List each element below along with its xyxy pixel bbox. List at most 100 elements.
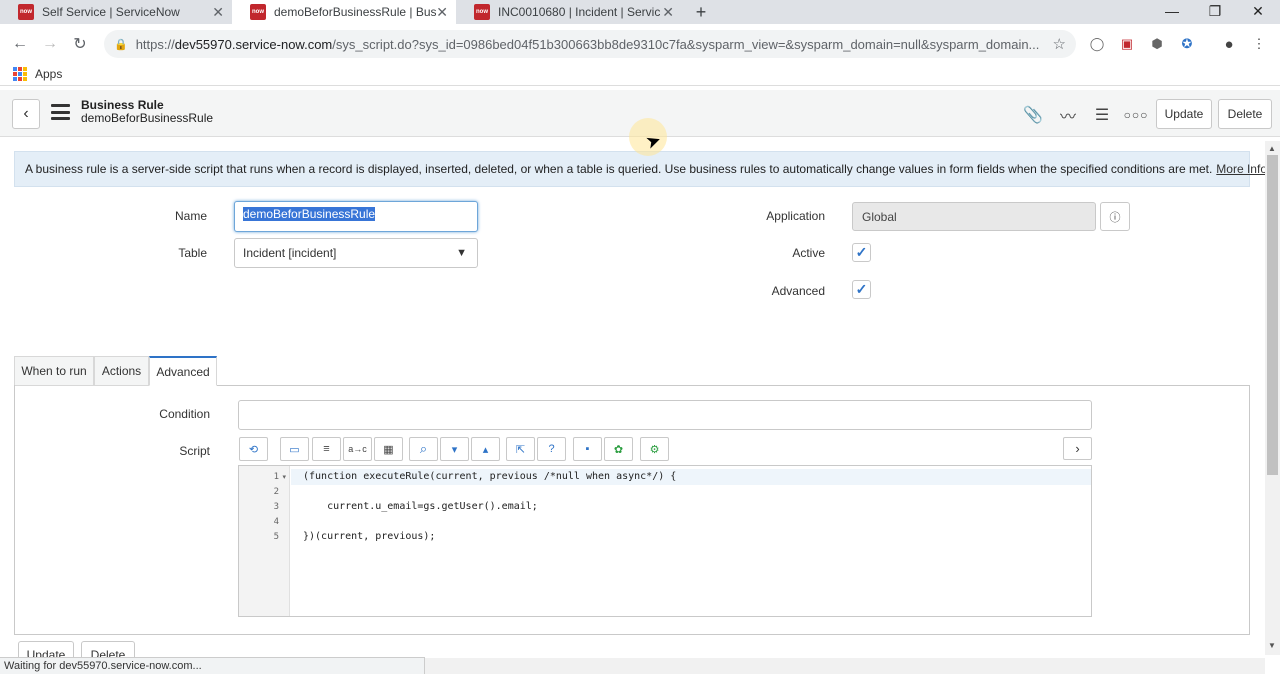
- star-extension-icon[interactable]: ✪: [1179, 36, 1195, 52]
- activity-stream-icon[interactable]: 〰: [1057, 104, 1079, 126]
- line-number: 2: [273, 487, 279, 497]
- more-info-link[interactable]: More Info: [1216, 162, 1267, 176]
- list-icon[interactable]: ≡: [312, 437, 341, 461]
- browser-tab-business-rule[interactable]: now demoBeforBusinessRule | Busine ✕: [232, 0, 456, 24]
- search-icon[interactable]: ⌕: [409, 437, 438, 461]
- line-number-gutter: 1 ▾ 2 3 4 5: [239, 466, 290, 616]
- code-line: (function executeRule(current, previous …: [303, 471, 677, 482]
- minimize-icon[interactable]: —: [1152, 0, 1192, 22]
- restore-icon[interactable]: ❐: [1195, 0, 1235, 22]
- browser-status-bar: Waiting for dev55970.service-now.com...: [0, 657, 425, 674]
- vertical-scrollbar[interactable]: ▲ ▼: [1265, 141, 1280, 655]
- horizontal-scrollbar[interactable]: [425, 658, 1265, 674]
- scroll-down-icon[interactable]: ▼: [1268, 641, 1276, 650]
- url-text: https://dev55970.service-now.com/sys_scr…: [135, 36, 1040, 52]
- apps-bookmark[interactable]: Apps: [35, 67, 62, 81]
- more-options-icon[interactable]: ○○○: [1124, 104, 1148, 126]
- table-label: Table: [178, 246, 207, 260]
- tab-title: INC0010680 | Incident | ServiceN: [498, 5, 660, 19]
- delete-button[interactable]: Delete: [1218, 99, 1272, 129]
- comment-icon[interactable]: ▭: [280, 437, 309, 461]
- debug-icon[interactable]: ✿: [604, 437, 633, 461]
- close-tab-icon[interactable]: ✕: [662, 4, 674, 21]
- condition-input[interactable]: [238, 400, 1092, 430]
- checkmark-icon: ✓: [855, 281, 868, 297]
- previous-icon[interactable]: ▴: [471, 437, 500, 461]
- tab-title: demoBeforBusinessRule | Busine: [274, 5, 436, 19]
- address-bar[interactable]: 🔒 https://dev55970.service-now.com/sys_s…: [104, 30, 1076, 58]
- script-label: Script: [179, 444, 210, 458]
- apps-grid-icon[interactable]: [13, 67, 27, 81]
- form-title: Business Rule demoBeforBusinessRule: [81, 99, 213, 125]
- active-checkbox[interactable]: ✓: [852, 243, 871, 262]
- name-value-selected: demoBeforBusinessRule: [243, 207, 376, 221]
- active-label: Active: [792, 246, 825, 260]
- replace-icon[interactable]: a→c: [343, 437, 372, 461]
- bookmarks-bar: Apps: [0, 64, 1280, 86]
- table-select-value: Incident [incident]: [243, 246, 337, 260]
- table-select[interactable]: Incident [incident] ▼: [234, 238, 478, 268]
- next-icon[interactable]: ▾: [440, 437, 469, 461]
- scroll-up-icon[interactable]: ▲: [1268, 144, 1276, 153]
- pocket-extension-icon[interactable]: ▣: [1119, 36, 1135, 52]
- profile-icon[interactable]: ●: [1221, 36, 1237, 53]
- fold-arrow-icon[interactable]: ▾: [282, 473, 286, 481]
- browser-menu-icon[interactable]: ⋮: [1251, 36, 1267, 52]
- code-line: })(current, previous);: [303, 531, 436, 542]
- script-editor[interactable]: 1 ▾ 2 3 4 5 (function executeRule(curren…: [238, 465, 1092, 617]
- replace-all-icon[interactable]: ▦: [374, 437, 403, 461]
- line-number: 5: [273, 532, 279, 542]
- bookmark-star-icon[interactable]: ☆: [1053, 35, 1066, 53]
- advanced-label: Advanced: [771, 284, 825, 298]
- forward-arrow-icon[interactable]: →: [38, 32, 62, 56]
- line-number: 3: [273, 502, 279, 512]
- browser-tab-incident[interactable]: now INC0010680 | Incident | ServiceN ✕: [456, 0, 682, 24]
- tab-when-to-run[interactable]: When to run: [14, 356, 94, 386]
- close-tab-icon[interactable]: ✕: [436, 4, 448, 21]
- back-arrow-icon[interactable]: ←: [8, 32, 32, 56]
- context-menu-icon[interactable]: [51, 104, 70, 120]
- shield-extension-icon[interactable]: ⬢: [1149, 36, 1165, 52]
- help-icon[interactable]: ?: [537, 437, 566, 461]
- new-tab-icon[interactable]: +: [691, 0, 711, 24]
- chevron-left-icon: ‹: [23, 105, 29, 122]
- scrollbar-thumb[interactable]: [1267, 155, 1278, 475]
- settings-icon[interactable]: ⚙: [640, 437, 669, 461]
- name-label: Name: [174, 209, 207, 223]
- browser-toolbar: ← → ↻ 🔒 https://dev55970.service-now.com…: [0, 24, 1280, 64]
- name-input[interactable]: demoBeforBusinessRule: [234, 201, 478, 232]
- servicenow-favicon-icon: now: [18, 4, 34, 20]
- record-name-subtitle: demoBeforBusinessRule: [81, 111, 214, 125]
- format-code-icon[interactable]: ⟲: [239, 437, 268, 461]
- info-circle-icon[interactable]: ⓘ: [1100, 202, 1130, 231]
- chevron-right-icon[interactable]: ›: [1063, 437, 1092, 460]
- save-icon[interactable]: ▪: [573, 437, 602, 461]
- servicenow-favicon-icon: now: [474, 4, 490, 20]
- info-banner: A business rule is a server-side script …: [14, 151, 1267, 187]
- info-text: A business rule is a server-side script …: [25, 162, 1213, 176]
- tab-actions[interactable]: Actions: [94, 356, 149, 386]
- line-number: 1: [273, 472, 279, 482]
- code-line: current.u_email=gs.getUser().email;: [303, 501, 538, 512]
- close-window-icon[interactable]: ✕: [1238, 0, 1278, 22]
- dropdown-arrow-icon: ▼: [456, 247, 467, 259]
- lock-icon: 🔒: [114, 38, 128, 51]
- back-button[interactable]: ‹: [12, 99, 40, 129]
- application-label: Application: [766, 209, 825, 223]
- extension-circle-icon[interactable]: ◯: [1089, 36, 1105, 52]
- browser-tab-strip: now Self Service | ServiceNow ✕ now demo…: [0, 0, 1280, 24]
- checkmark-icon: ✓: [855, 244, 868, 260]
- reload-icon[interactable]: ↻: [68, 32, 92, 56]
- close-tab-icon[interactable]: ✕: [212, 4, 224, 21]
- application-field: Global: [852, 202, 1096, 231]
- update-button[interactable]: Update: [1156, 99, 1212, 129]
- form-section-tabs: When to run Actions Advanced: [14, 356, 1250, 386]
- tab-advanced[interactable]: Advanced: [149, 356, 217, 386]
- attachment-paperclip-icon[interactable]: 📎: [1022, 104, 1044, 126]
- browser-tab-self-service[interactable]: now Self Service | ServiceNow ✕: [0, 0, 232, 24]
- servicenow-favicon-icon: now: [250, 4, 266, 20]
- advanced-checkbox[interactable]: ✓: [852, 280, 871, 299]
- tab-title: Self Service | ServiceNow: [42, 5, 180, 19]
- fullscreen-icon[interactable]: ⇱: [506, 437, 535, 461]
- personalize-form-sliders-icon[interactable]: ☰: [1091, 104, 1113, 126]
